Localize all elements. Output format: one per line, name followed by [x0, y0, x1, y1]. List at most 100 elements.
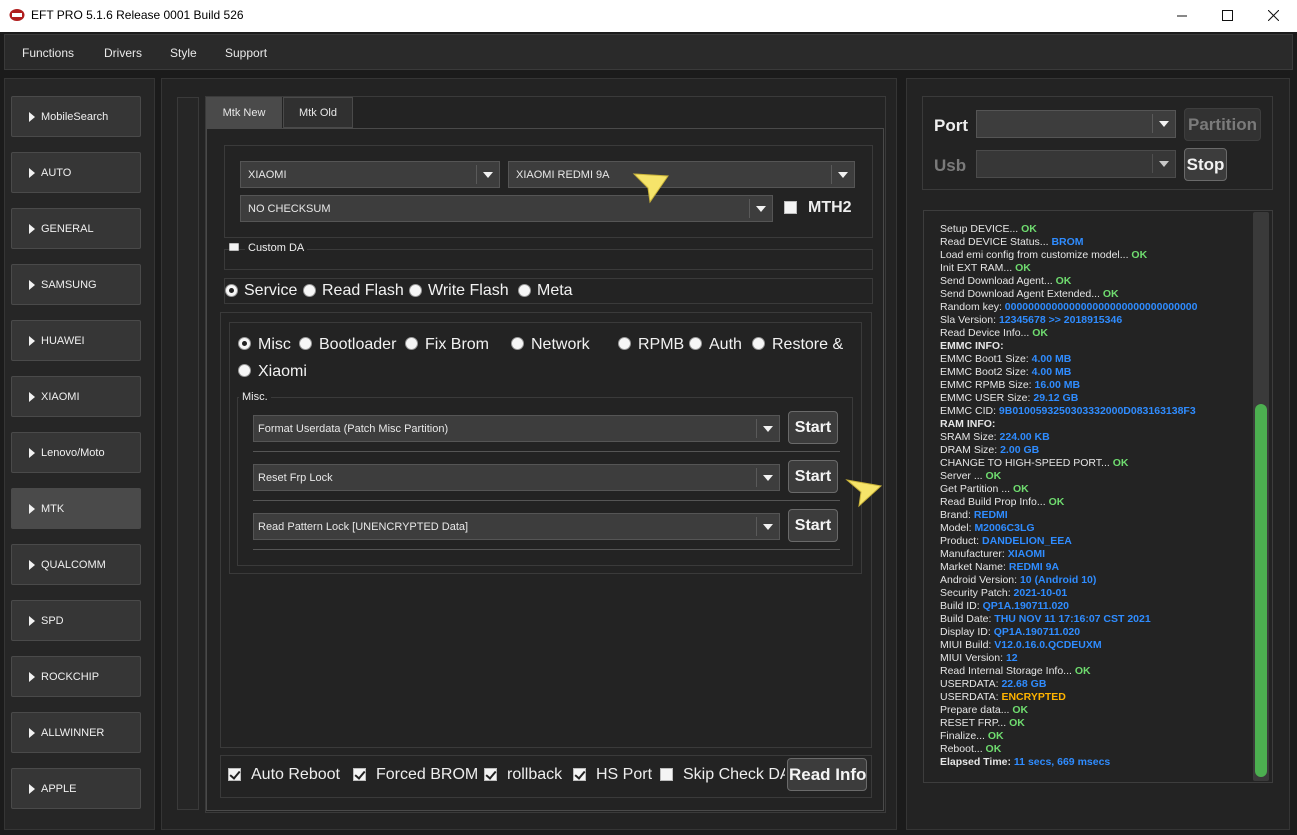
misc-operation-select-1[interactable]: Format Userdata (Patch Misc Partition) [253, 415, 780, 442]
forced-brom-label: Forced BROM [376, 766, 479, 783]
subtab-radio-fix-brom[interactable] [405, 337, 418, 350]
maximize-button[interactable] [1204, 0, 1250, 31]
log-value: OK [1131, 249, 1148, 261]
play-arrow-icon [29, 447, 35, 458]
subtab-label-network: Network [531, 336, 590, 353]
sidebar-item-mtk[interactable]: MTK [11, 488, 141, 529]
brand-select[interactable]: XIAOMI [240, 161, 500, 188]
sidebar-item-label: Lenovo/Moto [41, 446, 105, 459]
partition-button[interactable]: Partition [1184, 108, 1261, 141]
log-line: EMMC CID: 9B0100593250303332000D08316313… [940, 405, 1196, 418]
minimize-button[interactable] [1159, 0, 1205, 31]
log-line: Read Build Prop Info... OK [940, 496, 1064, 509]
sidebar-item-rockchip[interactable]: ROCKCHIP [11, 656, 141, 697]
log-value: 29.12 GB [1033, 392, 1079, 404]
start-button-1[interactable]: Start [788, 411, 838, 444]
sidebar-item-spd[interactable]: SPD [11, 600, 141, 641]
log-text: Elapsed Time: [940, 756, 1014, 768]
log-text: Reboot... [940, 743, 986, 755]
log-value: OK [1048, 496, 1065, 508]
log-value: 000000000000000000000000000000000 [1004, 301, 1198, 313]
tab-mtk-old[interactable]: Mtk Old [283, 97, 353, 128]
mode-radio-meta[interactable] [518, 284, 531, 297]
log-value: 11 secs, 669 msecs [1013, 756, 1111, 768]
subtab-radio-misc[interactable] [238, 337, 251, 350]
sidebar-item-huawei[interactable]: HUAWEI [11, 320, 141, 361]
log-value: 2021-10-01 [1013, 587, 1068, 599]
misc-operation-select-3[interactable]: Read Pattern Lock [UNENCRYPTED Data] [253, 513, 780, 540]
port-select[interactable] [976, 110, 1176, 138]
sidebar-item-xiaomi[interactable]: XIAOMI [11, 376, 141, 417]
combo-separator [831, 165, 832, 184]
mode-radio-write-flash[interactable] [409, 284, 422, 297]
sidebar-item-mobilesearch[interactable]: MobileSearch [11, 96, 141, 137]
forced-brom-checkbox[interactable] [353, 768, 366, 781]
log-scrollbar-thumb[interactable] [1255, 404, 1267, 777]
log-text: Market Name: [940, 561, 1009, 573]
mode-radio-service[interactable] [225, 284, 238, 297]
subtab-radio-network[interactable] [511, 337, 524, 350]
subtab-radio-xiaomi[interactable] [238, 364, 251, 377]
subtab-radio-rpmb[interactable] [618, 337, 631, 350]
subtab-label-fix-brom: Fix Brom [425, 336, 489, 353]
mode-label-read-flash: Read Flash [322, 282, 404, 299]
sidebar-item-apple[interactable]: APPLE [11, 768, 141, 809]
skip-check-da-checkbox[interactable] [660, 768, 673, 781]
hs-port-checkbox[interactable] [573, 768, 586, 781]
log-value: BROM [1051, 236, 1084, 248]
sidebar-item-qualcomm[interactable]: QUALCOMM [11, 544, 141, 585]
log-line: Market Name: REDMI 9A [940, 561, 1059, 574]
menu-drivers[interactable]: Drivers [104, 46, 142, 60]
sidebar-item-lenovo-moto[interactable]: Lenovo/Moto [11, 432, 141, 473]
usb-select[interactable] [976, 150, 1176, 178]
log-value: 10 (Android 10) [1019, 574, 1097, 586]
log-line: Get Partition ... OK [940, 483, 1029, 496]
mode-label-write-flash: Write Flash [428, 282, 509, 299]
log-value: OK [1009, 717, 1025, 729]
subtab-radio-auth[interactable] [689, 337, 702, 350]
log-value: M2006C3LG [974, 522, 1035, 534]
log-value: OK [1021, 223, 1037, 235]
log-text: Sla Version: [940, 314, 999, 326]
log-text: Init EXT RAM... [940, 262, 1016, 274]
read-info-button[interactable]: Read Info [787, 758, 867, 791]
misc-operation-select-2[interactable]: Reset Frp Lock [253, 464, 780, 491]
menu-style[interactable]: Style [170, 46, 197, 60]
sidebar-item-auto[interactable]: AUTO [11, 152, 141, 193]
model-select[interactable]: XIAOMI REDMI 9A [508, 161, 855, 188]
start-button-2[interactable]: Start [788, 460, 838, 493]
sidebar-item-label: XIAOMI [41, 390, 80, 403]
mode-radio-read-flash[interactable] [303, 284, 316, 297]
mth2-checkbox[interactable] [784, 201, 797, 214]
menu-functions[interactable]: Functions [22, 46, 74, 60]
auto-reboot-checkbox[interactable] [228, 768, 241, 781]
log-line: Display ID: QP1A.190711.020 [940, 626, 1080, 639]
sidebar-item-allwinner[interactable]: ALLWINNER [11, 712, 141, 753]
checksum-select[interactable]: NO CHECKSUM [240, 195, 773, 222]
log-value: 2.00 GB [1000, 444, 1040, 456]
log-output: Setup DEVICE... OK Read DEVICE Status... … [923, 210, 1273, 783]
subtab-radio-bootloader[interactable] [299, 337, 312, 350]
close-button[interactable] [1250, 0, 1296, 31]
rollback-checkbox[interactable] [484, 768, 497, 781]
play-arrow-icon [29, 615, 35, 626]
log-value: DANDELION_EEA [982, 535, 1072, 547]
subtab-label-rpmb: RPMB [638, 336, 685, 353]
sidebar-item-label: MobileSearch [41, 110, 109, 123]
sidebar-item-label: QUALCOMM [41, 558, 106, 571]
tab-mtk-new[interactable]: Mtk New [206, 97, 282, 128]
log-line: Finalize... OK [940, 730, 1004, 743]
subtab-radio-restore[interactable] [752, 337, 765, 350]
log-line: Brand: REDMI [940, 509, 1008, 522]
log-text: EMMC Boot1 Size: [940, 353, 1032, 365]
log-text: EMMC USER Size: [940, 392, 1034, 404]
sidebar-item-general[interactable]: GENERAL [11, 208, 141, 249]
stop-button[interactable]: Stop [1184, 148, 1227, 181]
menu-support[interactable]: Support [225, 46, 267, 60]
play-arrow-icon [29, 111, 35, 122]
start-button-3[interactable]: Start [788, 509, 838, 542]
custom-da-checkbox[interactable] [229, 243, 239, 251]
log-line: USERDATA: 22.68 GB [940, 678, 1046, 691]
sidebar-item-samsung[interactable]: SAMSUNG [11, 264, 141, 305]
combo-separator [756, 517, 757, 536]
